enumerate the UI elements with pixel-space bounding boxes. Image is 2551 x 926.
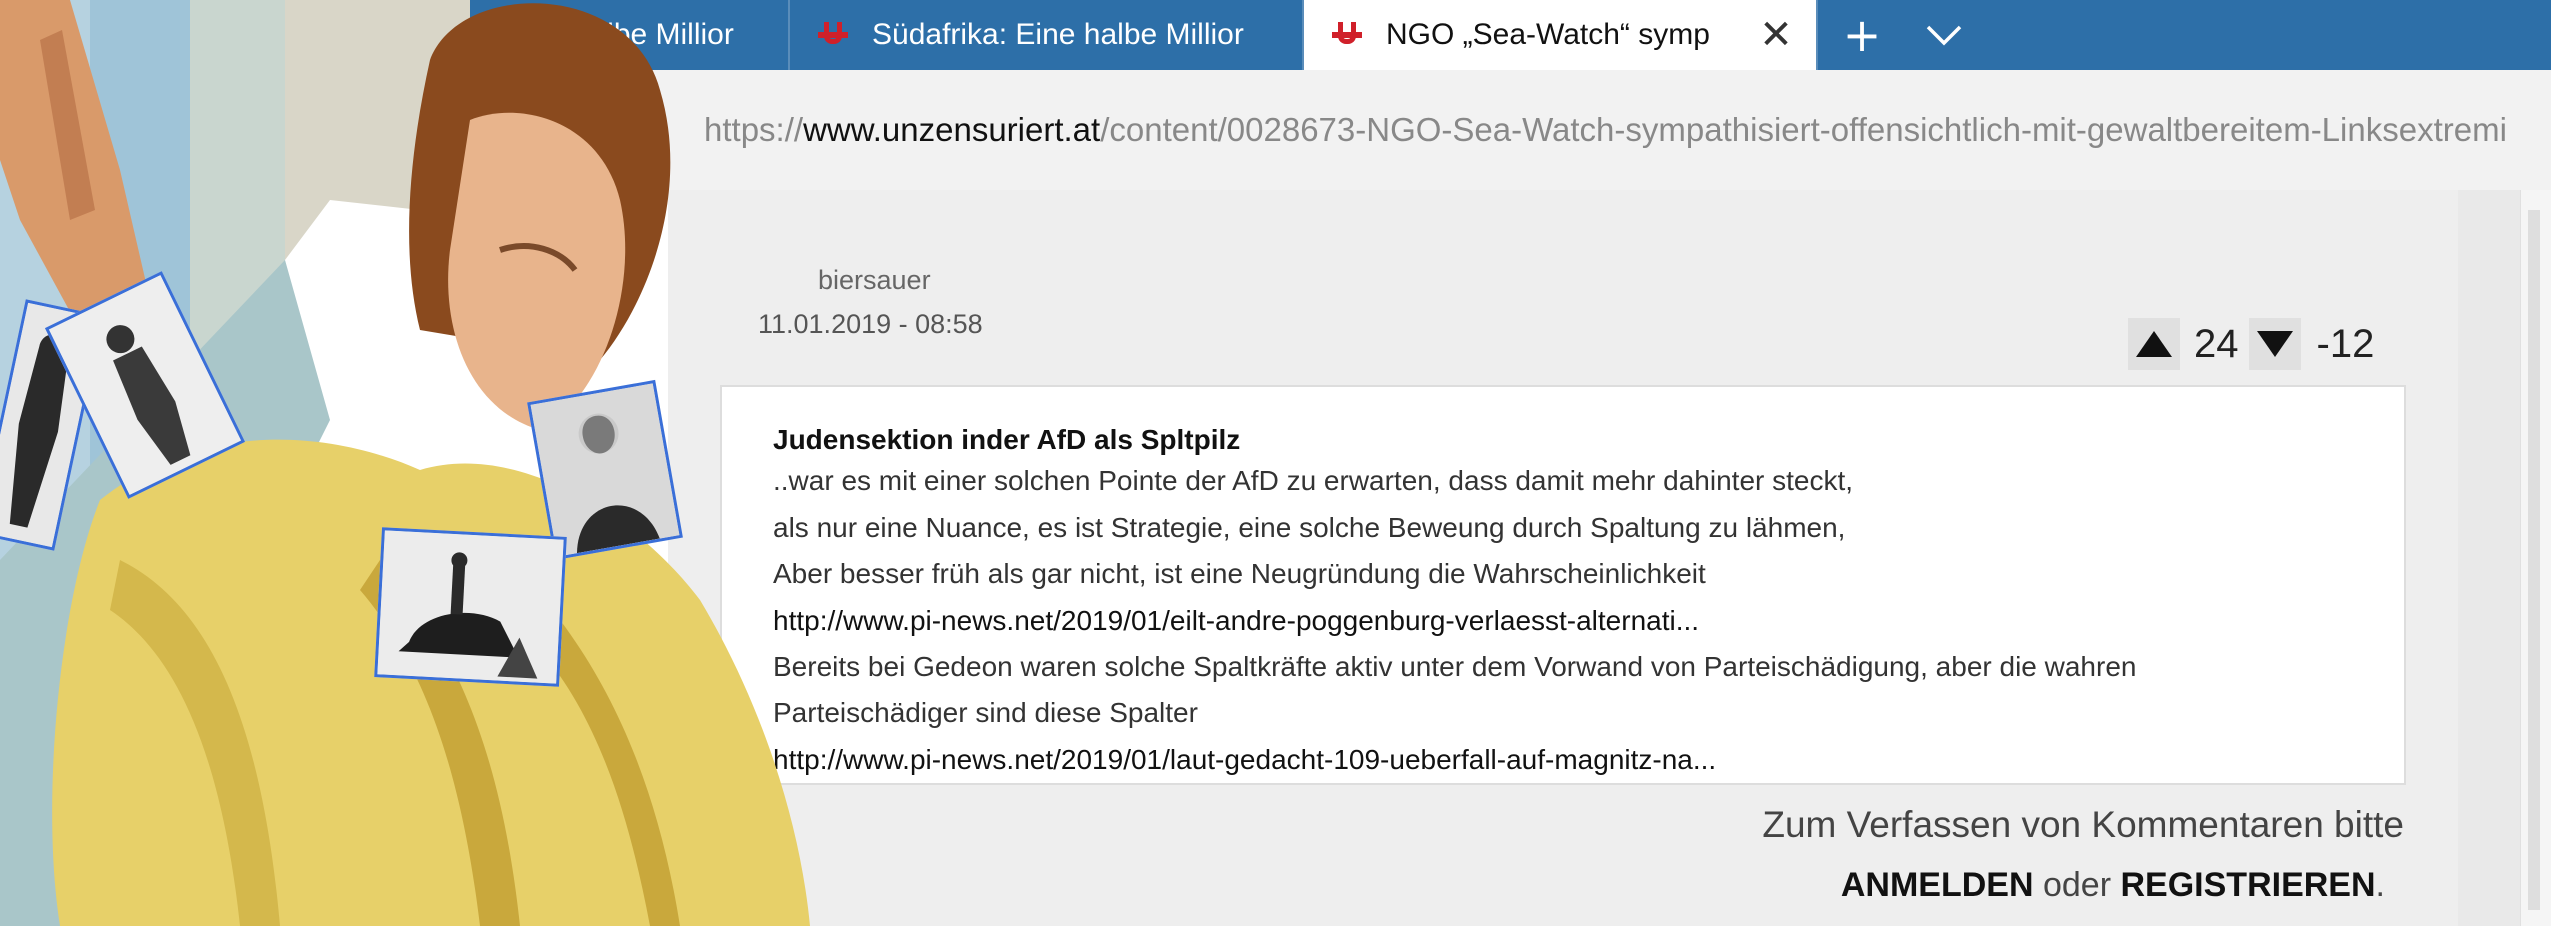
comment-author[interactable]: biersauer bbox=[818, 265, 931, 296]
downvote-count: -12 bbox=[2316, 321, 2375, 366]
comment-title: Judensektion inder AfD als Spltpilz bbox=[773, 424, 1241, 455]
close-tab-icon[interactable]: ✕ bbox=[1752, 11, 1800, 59]
tab-list-button[interactable] bbox=[1904, 0, 1984, 70]
collage-overlay-image bbox=[0, 0, 810, 926]
chevron-down-icon bbox=[1926, 25, 1962, 46]
downvote-button[interactable] bbox=[2248, 318, 2301, 370]
tab-sea-watch-active[interactable]: NGO „Sea-Watch“ symp ✕ bbox=[1304, 0, 1818, 70]
comment-line: Aber besser früh als gar nicht, ist eine… bbox=[773, 558, 1706, 589]
new-tab-button[interactable]: + bbox=[1822, 0, 1902, 70]
scrollbar-thumb[interactable] bbox=[2528, 210, 2540, 910]
tab-suedafrika-2[interactable]: Südafrika: Eine halbe Millior bbox=[790, 0, 1304, 70]
comment-link[interactable]: http://www.pi-news.net/2019/01/eilt-andr… bbox=[773, 605, 1699, 637]
triangle-down-icon bbox=[2256, 331, 2293, 357]
login-prompt: Zum Verfassen von Kommentaren bitte bbox=[1762, 804, 2404, 845]
period-text: . bbox=[2375, 866, 2385, 904]
triangle-up-icon bbox=[2136, 331, 2172, 357]
login-link[interactable]: ANMELDEN bbox=[1841, 866, 2034, 904]
login-links: ANMELDEN oder REGISTRIEREN. bbox=[1841, 866, 2385, 905]
url-host: www.unzensuriert.at bbox=[803, 111, 1101, 148]
photo-cutout-4 bbox=[374, 527, 567, 687]
photo-cutout-3 bbox=[527, 379, 683, 561]
comment-line: ..war es mit einer solchen Pointe der Af… bbox=[773, 465, 1854, 496]
comment-line: als nur eine Nuance, es ist Strategie, e… bbox=[773, 512, 1846, 543]
comment-line: Bereits bei Gedeon waren solche Spaltkrä… bbox=[773, 651, 2137, 682]
comment-link[interactable]: http://www.pi-news.net/2019/01/laut-geda… bbox=[773, 744, 1716, 776]
url-path: /content/0028673-NGO-Sea-Watch-sympathis… bbox=[1100, 111, 2507, 148]
upvote-count: 24 bbox=[2194, 321, 2239, 366]
or-text: oder bbox=[2042, 866, 2112, 904]
plus-icon: + bbox=[1842, 8, 1882, 62]
site-favicon-icon bbox=[814, 16, 852, 54]
comment-line: Parteischädiger sind diese Spalter bbox=[773, 697, 1198, 728]
tab-title: Südafrika: Eine halbe Millior bbox=[872, 18, 1244, 51]
site-favicon-icon bbox=[1328, 16, 1366, 54]
vote-widget: 24 -12 bbox=[2128, 318, 2384, 370]
page-side-rail bbox=[2458, 190, 2520, 926]
url-field[interactable]: https://www.unzensuriert.at/content/0028… bbox=[704, 70, 2551, 190]
upvote-button[interactable] bbox=[2128, 318, 2180, 370]
tab-title: NGO „Sea-Watch“ symp bbox=[1386, 18, 1710, 51]
register-link[interactable]: REGISTRIEREN bbox=[2121, 866, 2376, 904]
